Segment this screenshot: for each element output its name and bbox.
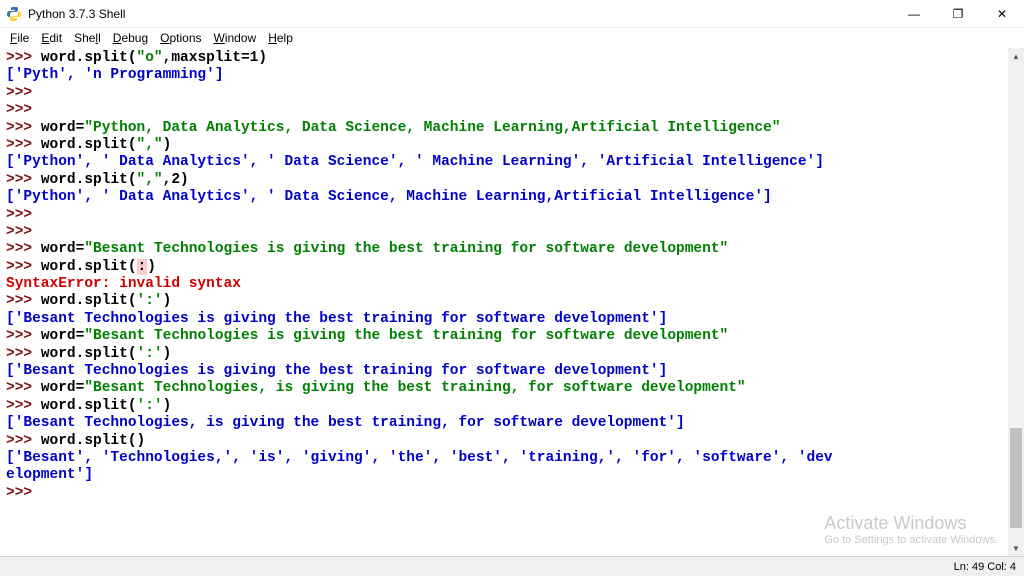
string-literal: ':'	[137, 293, 163, 309]
output-text: ['Besant Technologies, is giving the bes…	[6, 415, 685, 431]
code-text: word.split(	[41, 398, 137, 414]
string-literal: "o"	[137, 50, 163, 66]
menu-shell[interactable]: Shell	[68, 31, 107, 45]
code-text: word=	[41, 380, 85, 396]
string-literal: "Python, Data Analytics, Data Science, M…	[84, 120, 780, 136]
vertical-scrollbar[interactable]: ▲ ▼	[1008, 48, 1024, 556]
statusbar: Ln: 49 Col: 4	[0, 556, 1024, 576]
code-text: word=	[41, 328, 85, 344]
code-text: word.split(	[41, 137, 137, 153]
string-literal: "Besant Technologies, is giving the best…	[84, 380, 745, 396]
close-button[interactable]: ✕	[980, 0, 1024, 27]
output-text: ['Besant Technologies is giving the best…	[6, 311, 667, 327]
window-controls: ― ❐ ✕	[892, 0, 1024, 27]
menu-options[interactable]: Options	[154, 31, 207, 45]
prompt: >>>	[6, 50, 41, 66]
menubar: File Edit Shell Debug Options Window Hel…	[0, 28, 1024, 48]
code-text: )	[147, 259, 156, 275]
python-icon	[6, 6, 22, 22]
code-text: word=	[41, 241, 85, 257]
menu-window[interactable]: Window	[208, 31, 263, 45]
string-literal: ","	[137, 137, 163, 153]
code-text: ,2)	[163, 172, 189, 188]
prompt: >>>	[6, 346, 41, 362]
code-text: ,maxsplit=1)	[163, 50, 267, 66]
error-text: SyntaxError: invalid syntax	[6, 276, 241, 292]
menu-debug[interactable]: Debug	[107, 31, 154, 45]
output-text: ['Python', ' Data Analytics', ' Data Sci…	[6, 154, 824, 170]
prompt: >>>	[6, 433, 41, 449]
output-text: ['Pyth', 'n Programming']	[6, 67, 224, 83]
code-text: word.split(	[41, 172, 137, 188]
code-text: word.split(	[41, 259, 137, 275]
minimize-button[interactable]: ―	[892, 0, 936, 27]
cursor-position: Ln: 49 Col: 4	[954, 561, 1016, 573]
scroll-thumb[interactable]	[1010, 428, 1022, 528]
code-text: )	[163, 137, 172, 153]
code-text: word.split()	[41, 433, 145, 449]
prompt: >>>	[6, 224, 32, 240]
menu-help[interactable]: Help	[262, 31, 299, 45]
prompt: >>>	[6, 120, 41, 136]
prompt: >>>	[6, 241, 41, 257]
scroll-up-icon[interactable]: ▲	[1008, 48, 1024, 64]
window-title: Python 3.7.3 Shell	[28, 7, 892, 21]
prompt: >>>	[6, 102, 32, 118]
syntax-error-highlight: :	[137, 259, 148, 275]
prompt: >>>	[6, 293, 41, 309]
menu-file[interactable]: File	[4, 31, 35, 45]
output-text: ['Besant', 'Technologies,', 'is', 'givin…	[6, 450, 833, 483]
code-text: word.split(	[41, 293, 137, 309]
code-text: )	[163, 293, 172, 309]
code-text: word=	[41, 120, 85, 136]
prompt: >>>	[6, 380, 41, 396]
code-text: word.split(	[41, 346, 137, 362]
output-text: ['Python', ' Data Analytics', ' Data Sci…	[6, 189, 772, 205]
prompt: >>>	[6, 485, 32, 501]
shell-content[interactable]: >>> word.split("o",maxsplit=1) ['Pyth', …	[0, 48, 1024, 556]
code-text: word.split(	[41, 50, 137, 66]
string-literal: ':'	[137, 398, 163, 414]
prompt: >>>	[6, 172, 41, 188]
string-literal: ':'	[137, 346, 163, 362]
prompt: >>>	[6, 259, 41, 275]
code-text: )	[163, 398, 172, 414]
menu-edit[interactable]: Edit	[35, 31, 68, 45]
string-literal: "Besant Technologies is giving the best …	[84, 328, 728, 344]
output-text: ['Besant Technologies is giving the best…	[6, 363, 667, 379]
string-literal: "Besant Technologies is giving the best …	[84, 241, 728, 257]
prompt: >>>	[6, 207, 32, 223]
prompt: >>>	[6, 328, 41, 344]
string-literal: ","	[137, 172, 163, 188]
maximize-button[interactable]: ❐	[936, 0, 980, 27]
prompt: >>>	[6, 85, 32, 101]
code-text: )	[163, 346, 172, 362]
titlebar: Python 3.7.3 Shell ― ❐ ✕	[0, 0, 1024, 28]
prompt: >>>	[6, 137, 41, 153]
scroll-down-icon[interactable]: ▼	[1008, 540, 1024, 556]
prompt: >>>	[6, 398, 41, 414]
